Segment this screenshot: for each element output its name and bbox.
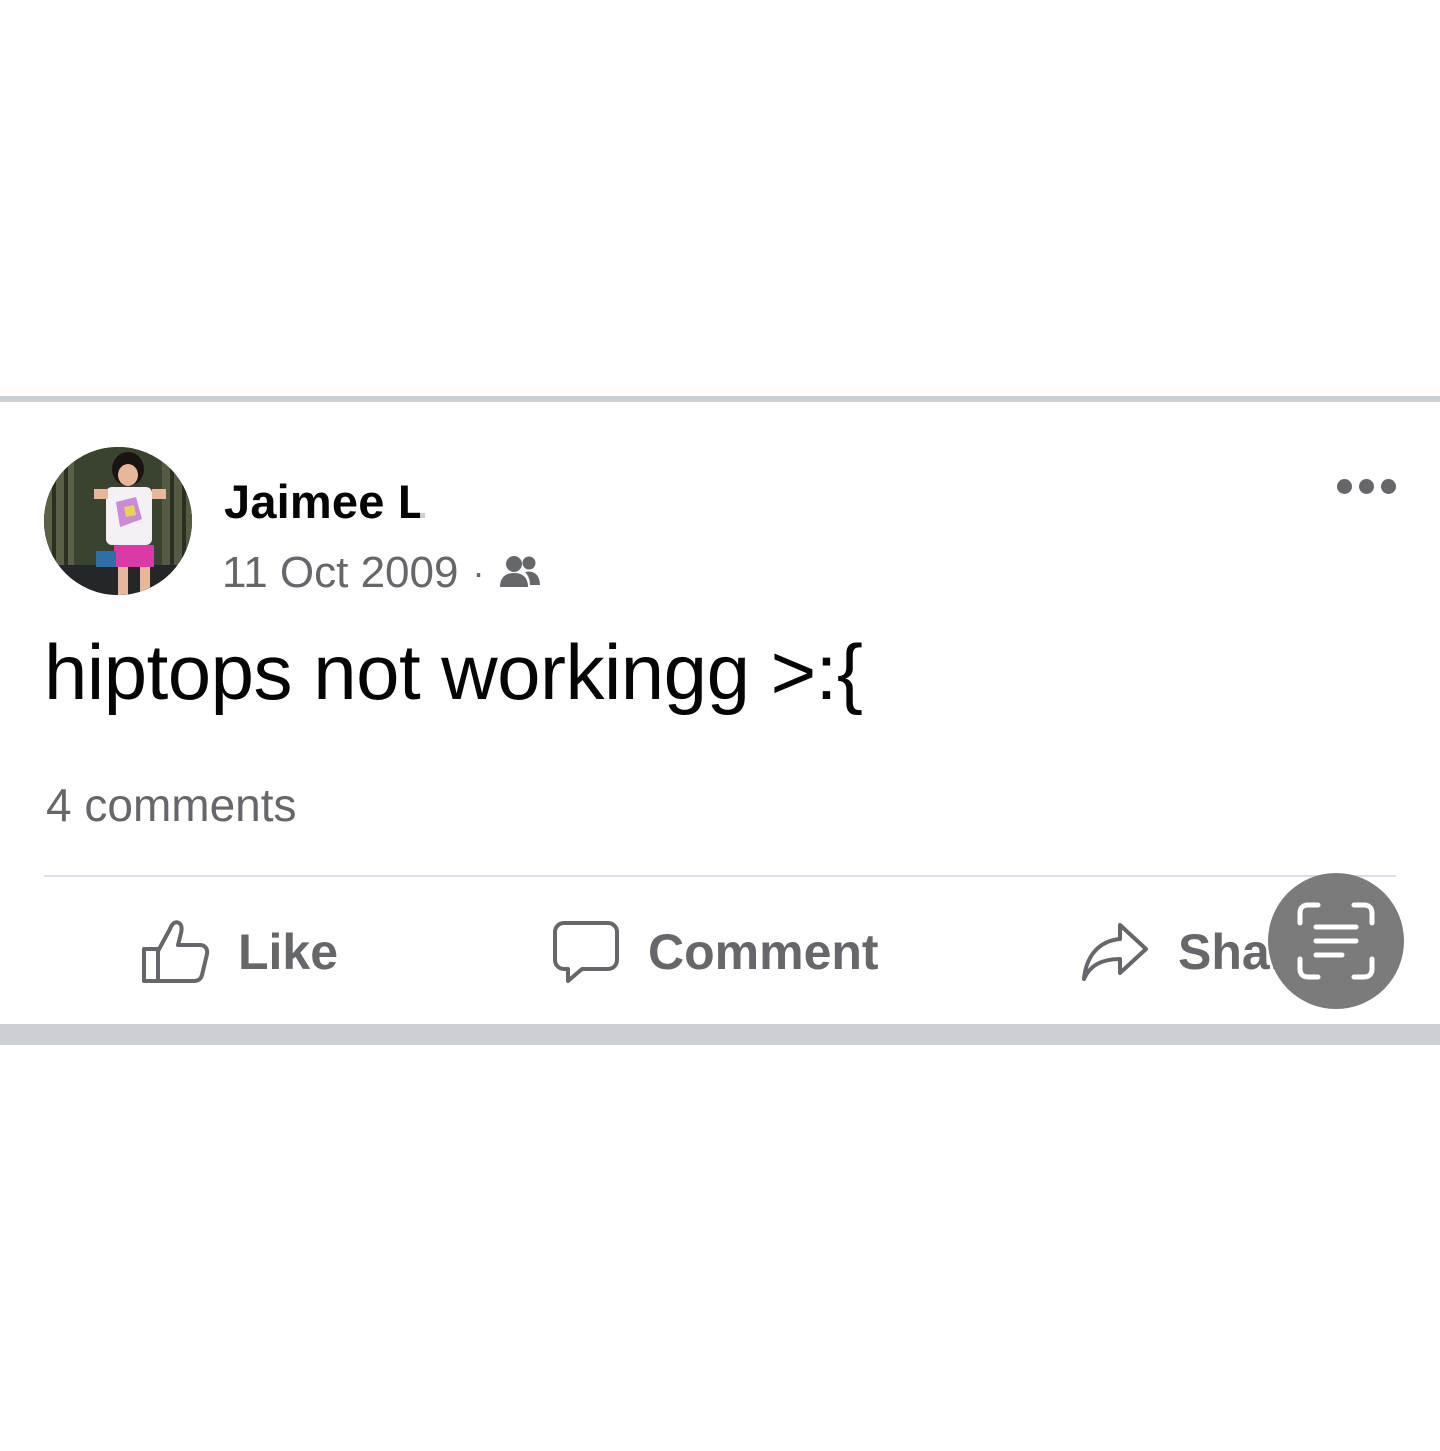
avatar-photo	[44, 447, 192, 595]
action-divider	[44, 875, 1396, 877]
thumbs-up-icon	[142, 920, 210, 983]
post-meta: 11 Oct 2009 ·	[222, 548, 542, 598]
author-name[interactable]: Jaimee L	[224, 474, 427, 529]
post-card: Jaimee L 11 Oct 2009 · hiptops not worki…	[0, 402, 1440, 1024]
friends-icon[interactable]	[498, 553, 542, 593]
post-text: hiptops not workingg >:{	[44, 628, 863, 716]
feed-divider-bottom	[0, 1024, 1440, 1045]
comment-count[interactable]: 4 comments	[46, 778, 297, 832]
like-button[interactable]: Like	[140, 907, 338, 997]
name-redaction	[420, 476, 600, 526]
comment-bubble-icon	[553, 921, 619, 983]
text-scan-icon	[1297, 902, 1375, 980]
like-label: Like	[238, 924, 339, 980]
share-arrow-icon	[1082, 923, 1148, 981]
post-date[interactable]: 11 Oct 2009	[222, 548, 458, 598]
meta-separator: ·	[472, 552, 485, 593]
more-horizontal-icon	[1336, 478, 1352, 494]
comment-label: Comment	[648, 924, 879, 980]
author-avatar[interactable]	[44, 447, 192, 595]
more-options-button[interactable]	[1330, 466, 1402, 506]
page: Jaimee L 11 Oct 2009 · hiptops not worki…	[0, 0, 1440, 1451]
text-scan-button[interactable]	[1268, 873, 1404, 1009]
comment-button[interactable]: Comment	[552, 907, 879, 997]
